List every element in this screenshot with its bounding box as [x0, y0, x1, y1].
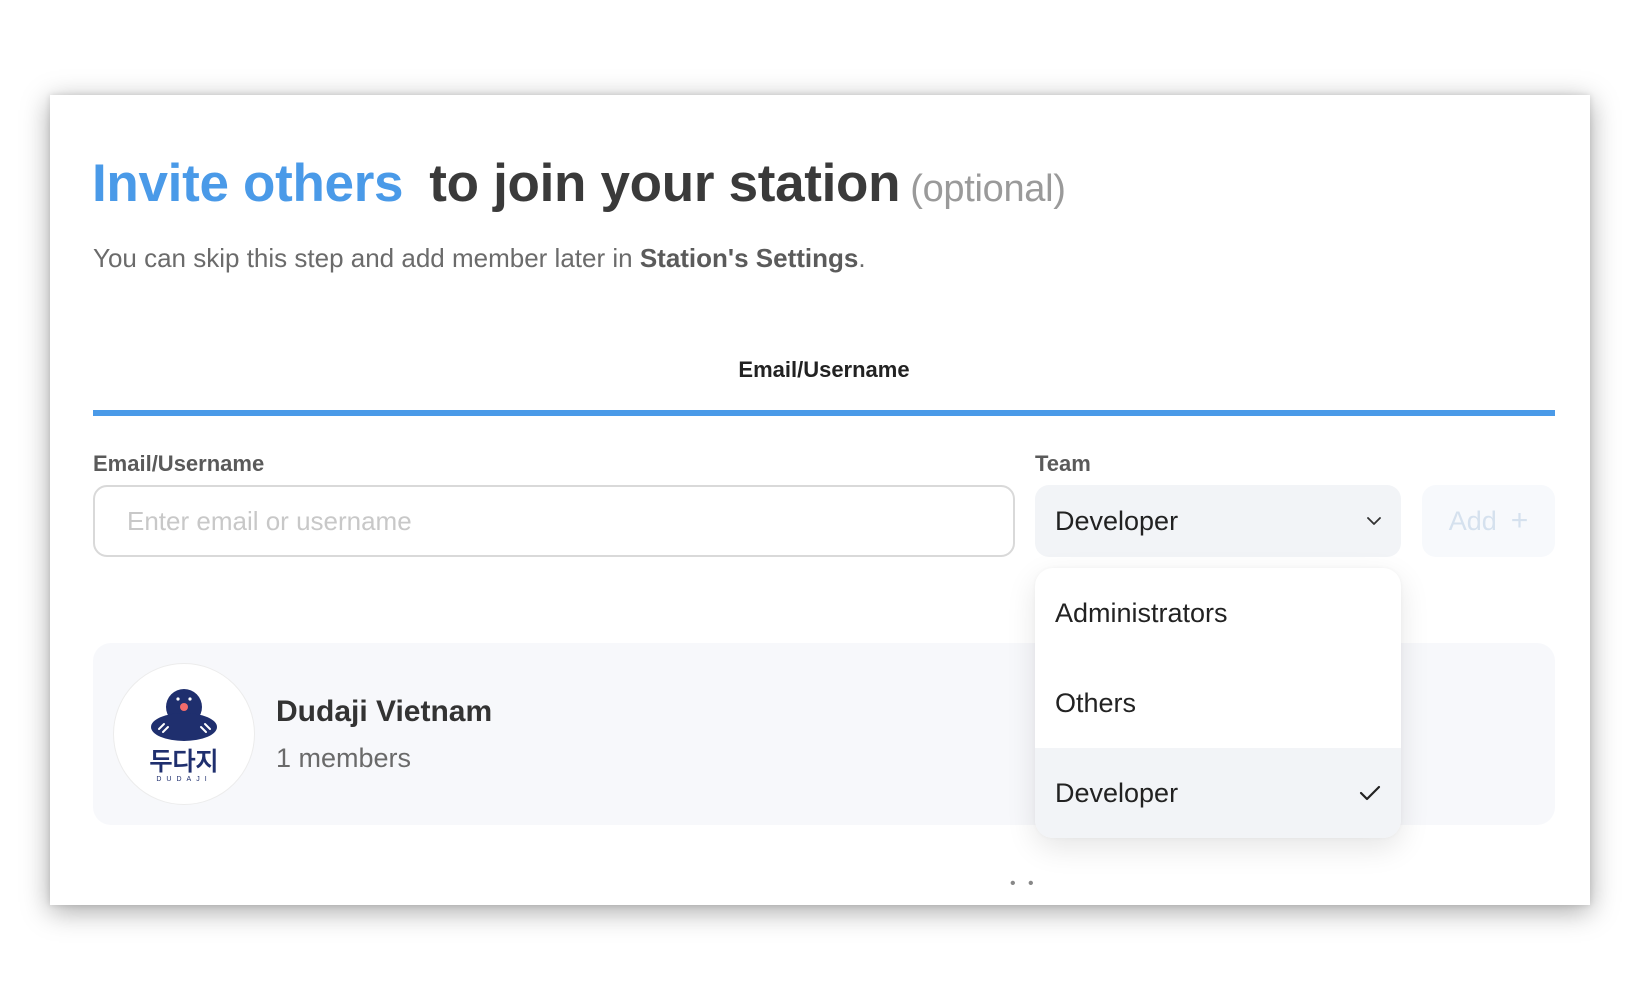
- add-button-label: Add: [1448, 505, 1497, 536]
- page-subtitle: You can skip this step and add member la…: [93, 243, 866, 274]
- title-accent: Invite others: [92, 154, 404, 213]
- page-title: Invite others to join your station (option…: [92, 153, 1066, 214]
- dropdown-option-administrators[interactable]: Administrators: [1035, 568, 1401, 658]
- subtitle-prefix: You can skip this step and add member la…: [93, 243, 640, 273]
- tab-email-username[interactable]: Email/Username: [93, 357, 1555, 407]
- team-select-value: Developer: [1055, 505, 1179, 536]
- invite-dialog: Invite others to join your station (option…: [50, 95, 1590, 905]
- station-settings-link: Station's Settings: [639, 243, 859, 273]
- email-field[interactable]: [93, 485, 1015, 557]
- option-label: Administrators: [1055, 597, 1228, 628]
- title-optional: (optional): [910, 168, 1066, 210]
- plus-icon: +: [1510, 504, 1529, 537]
- check-icon: [1359, 785, 1381, 801]
- member-count: 1 members: [276, 743, 412, 773]
- logo-text: 두다지: [149, 747, 219, 776]
- subtitle-suffix: .: [858, 243, 866, 273]
- email-field-label: Email/Username: [93, 451, 265, 476]
- scroll-indicator: • •: [1010, 875, 1038, 892]
- team-select[interactable]: Developer: [1035, 485, 1401, 557]
- tab-active-indicator: [93, 410, 1555, 416]
- logo-subtext: DUDAJI: [156, 776, 212, 783]
- team-name: Dudaji Vietnam: [276, 695, 493, 728]
- chevron-down-icon: [1367, 517, 1381, 525]
- avatar: 두다지 DUDAJI: [113, 663, 255, 805]
- dropdown-option-developer[interactable]: Developer: [1035, 748, 1401, 838]
- team-dropdown-menu: Administrators Others Developer: [1035, 568, 1401, 838]
- add-button[interactable]: Add +: [1422, 485, 1555, 557]
- option-label: Developer: [1055, 777, 1179, 808]
- title-rest: to join your station: [429, 154, 901, 213]
- dropdown-option-others[interactable]: Others: [1035, 658, 1401, 748]
- option-label: Others: [1055, 687, 1137, 718]
- mole-logo-icon: [151, 689, 217, 741]
- team-field-label: Team: [1035, 451, 1091, 476]
